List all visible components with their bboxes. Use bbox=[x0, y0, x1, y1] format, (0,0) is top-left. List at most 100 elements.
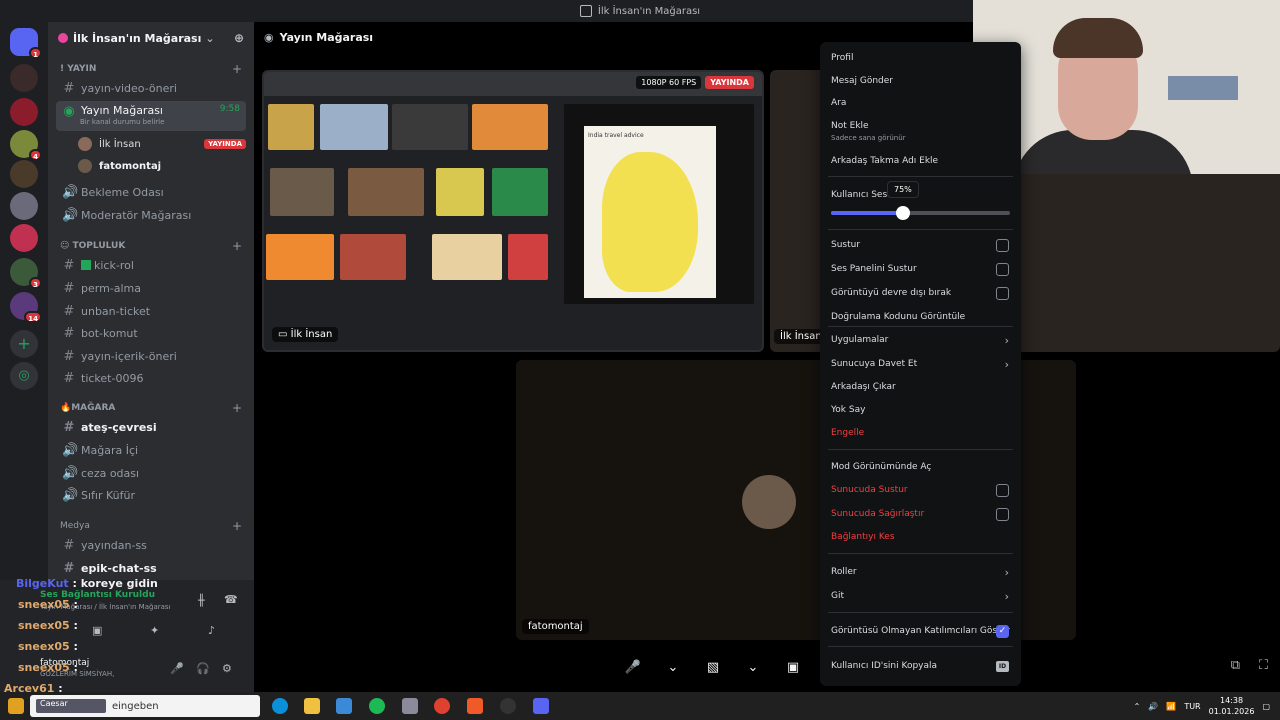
menu-item-id-kopyala[interactable]: Kullanıcı ID'sini Kopyala ID bbox=[831, 660, 1011, 672]
category-yayin[interactable]: ! YAYIN bbox=[60, 64, 96, 74]
channel-yayin-magarasi[interactable]: ◉ Yayın Mağarası 9:58 Bir kanal durumu b… bbox=[56, 101, 246, 131]
channel-moderator[interactable]: 🔊 Moderatör Mağarası bbox=[56, 205, 246, 225]
chevron-down-icon[interactable]: ⌄ bbox=[660, 654, 686, 680]
activity-icon[interactable]: ✦ bbox=[150, 624, 159, 637]
fullscreen-icon[interactable]: ⛶ bbox=[1259, 658, 1268, 673]
category-magara[interactable]: 🔥MAĞARA bbox=[60, 403, 115, 413]
checkbox[interactable] bbox=[996, 507, 1009, 521]
voice-user-fatomontaj[interactable]: fatomontaj bbox=[78, 156, 246, 176]
notification-icon[interactable]: ▢ bbox=[1262, 702, 1270, 711]
server-icon-2[interactable] bbox=[10, 98, 38, 126]
explore-servers-icon[interactable]: ◎ bbox=[10, 362, 38, 390]
category-medya[interactable]: Medya bbox=[60, 521, 90, 531]
soundboard-icon[interactable]: ♪ bbox=[208, 624, 215, 637]
channel-epik-chat[interactable]: # epik-chat-ss bbox=[56, 558, 246, 578]
user-volume-slider[interactable] bbox=[831, 206, 1010, 220]
channel-yayindan-ss[interactable]: # yayından-ss bbox=[56, 535, 246, 555]
channel-magara-ici[interactable]: 🔊 Mağara İçi bbox=[56, 440, 246, 460]
spotify-icon[interactable] bbox=[369, 698, 385, 714]
channel-bekleme[interactable]: 🔊 Bekleme Odası bbox=[56, 182, 246, 202]
headphones-icon[interactable]: 🎧 bbox=[196, 662, 210, 675]
add-channel-icon[interactable]: + bbox=[232, 401, 242, 415]
checkbox[interactable] bbox=[996, 262, 1009, 276]
add-member-icon[interactable]: ⊕ bbox=[234, 31, 244, 45]
microphone-icon[interactable]: 🎤 bbox=[620, 654, 646, 680]
menu-item-takma-ad[interactable]: Arkadaş Takma Adı Ekle bbox=[831, 156, 1011, 166]
channel-ates-cevresi[interactable]: # ateş-çevresi bbox=[56, 417, 246, 437]
menu-item-ara[interactable]: Ara bbox=[831, 98, 1011, 108]
channel-status[interactable]: Bir kanal durumu belirle bbox=[80, 118, 164, 126]
channel-kick-rol[interactable]: # kick-rol bbox=[56, 255, 246, 275]
menu-item-profil[interactable]: Profil bbox=[831, 53, 1011, 63]
menu-item-mod-gorunum[interactable]: Mod Görünümünde Aç bbox=[831, 462, 1011, 472]
add-channel-icon[interactable]: + bbox=[232, 519, 242, 533]
menu-item-not-ekle[interactable]: Not Ekle Sadece sana görünür bbox=[831, 121, 1011, 142]
menu-item-uygulamalar[interactable]: Uygulamalar › bbox=[831, 334, 1011, 347]
menu-item-arkadas-cikar[interactable]: Arkadaşı Çıkar bbox=[831, 382, 1011, 392]
brave-icon[interactable] bbox=[467, 698, 483, 714]
menu-item-goruntusu-olmayan[interactable]: Görüntüsü Olmayan Katılımcıları Göster ✓ bbox=[831, 624, 1011, 638]
channel-unban-ticket[interactable]: # unban-ticket bbox=[56, 301, 246, 321]
menu-item-sunucuda-sustur[interactable]: Sunucuda Sustur bbox=[831, 483, 1011, 497]
stream-tile[interactable]: India travel advice 1080P 60 FPS YAYINDA… bbox=[262, 70, 764, 352]
channel-yayin-video[interactable]: # yayın-video-öneri bbox=[56, 78, 246, 98]
noise-suppression-icon[interactable]: ╫ bbox=[198, 594, 205, 607]
settings-gear-icon[interactable]: ⚙ bbox=[222, 662, 232, 675]
disconnect-icon[interactable]: ☎ bbox=[224, 593, 238, 606]
menu-item-davet[interactable]: Sunucuya Davet Et › bbox=[831, 358, 1011, 371]
volume-icon[interactable]: 🔊 bbox=[1148, 702, 1158, 711]
server-header[interactable]: İlk İnsan'ın Mağarası ⌄ ⊕ bbox=[48, 22, 254, 54]
microphone-icon[interactable]: 🎤 bbox=[170, 662, 184, 675]
checkbox-checked[interactable]: ✓ bbox=[996, 624, 1009, 638]
menu-item-goruntu-devre[interactable]: Görüntüyü devre dışı bırak bbox=[831, 286, 1011, 300]
menu-item-sunucuda-sagir[interactable]: Sunucuda Sağırlaştır bbox=[831, 507, 1011, 521]
discord-home-icon[interactable]: 1 bbox=[10, 28, 42, 59]
start-icon[interactable] bbox=[8, 698, 24, 714]
menu-item-ses-paneli[interactable]: Ses Panelini Sustur bbox=[831, 262, 1011, 276]
menu-item-sustur[interactable]: Sustur bbox=[831, 238, 1011, 252]
server-icon-1[interactable] bbox=[10, 64, 38, 92]
taskbar-search[interactable]: Caesar eingeben bbox=[30, 695, 260, 717]
server-icon-8[interactable]: 14 bbox=[10, 292, 42, 323]
chrome-icon[interactable] bbox=[434, 698, 450, 714]
store-icon[interactable] bbox=[336, 698, 352, 714]
voice-user-ilk-insan[interactable]: İlk İnsan YAYINDA bbox=[78, 134, 246, 154]
tray-up-icon[interactable]: ⌃ bbox=[1134, 702, 1141, 711]
chevron-down-icon[interactable]: ⌄ bbox=[740, 654, 766, 680]
screen-share-icon[interactable]: ▣ bbox=[780, 654, 806, 680]
file-explorer-icon[interactable] bbox=[304, 698, 320, 714]
screen-share-icon[interactable]: ▣ bbox=[92, 624, 102, 637]
server-icon-5[interactable] bbox=[10, 192, 38, 220]
add-server-icon[interactable]: + bbox=[10, 330, 38, 358]
clock[interactable]: 14:38 01.01.2026 bbox=[1209, 695, 1255, 717]
channel-bot-komut[interactable]: # bot-komut bbox=[56, 323, 246, 343]
checkbox[interactable] bbox=[996, 286, 1009, 300]
server-icon-4[interactable] bbox=[10, 160, 38, 188]
channel-sifir-kufur[interactable]: 🔊 Sıfır Küfür bbox=[56, 485, 246, 505]
channel-ceza-odasi[interactable]: 🔊 ceza odası bbox=[56, 463, 246, 483]
edge-icon[interactable] bbox=[272, 698, 288, 714]
obs-icon[interactable] bbox=[500, 698, 516, 714]
menu-item-yok-say[interactable]: Yok Say bbox=[831, 405, 1011, 415]
volume-slider-knob[interactable] bbox=[895, 206, 910, 220]
checkbox[interactable] bbox=[996, 238, 1009, 252]
server-icon-6[interactable] bbox=[10, 224, 38, 252]
menu-item-dogrulama[interactable]: Doğrulama Kodunu Görüntüle bbox=[831, 312, 1011, 322]
menu-item-engelle[interactable]: Engelle bbox=[831, 428, 1011, 438]
server-icon-3[interactable]: 4 bbox=[10, 130, 42, 161]
channel-ticket[interactable]: # ticket-0096 bbox=[56, 368, 246, 388]
server-icon-7[interactable]: 3 bbox=[10, 258, 42, 289]
camera-off-icon[interactable]: ▧ bbox=[700, 654, 726, 680]
add-channel-icon[interactable]: + bbox=[232, 239, 242, 253]
discord-icon[interactable] bbox=[533, 698, 549, 714]
menu-item-roller[interactable]: Roller › bbox=[831, 566, 1011, 579]
calculator-icon[interactable] bbox=[402, 698, 418, 714]
add-channel-icon[interactable]: + bbox=[232, 62, 242, 76]
channel-perm-alma[interactable]: # perm-alma bbox=[56, 278, 246, 298]
wifi-icon[interactable]: 📶 bbox=[1166, 702, 1176, 711]
language-indicator[interactable]: TUR bbox=[1184, 702, 1200, 711]
checkbox[interactable] bbox=[996, 483, 1009, 497]
menu-item-git[interactable]: Git › bbox=[831, 590, 1011, 603]
menu-item-mesaj[interactable]: Mesaj Gönder bbox=[831, 76, 1011, 86]
channel-yayin-icerik[interactable]: # yayın-içerik-öneri bbox=[56, 346, 246, 366]
